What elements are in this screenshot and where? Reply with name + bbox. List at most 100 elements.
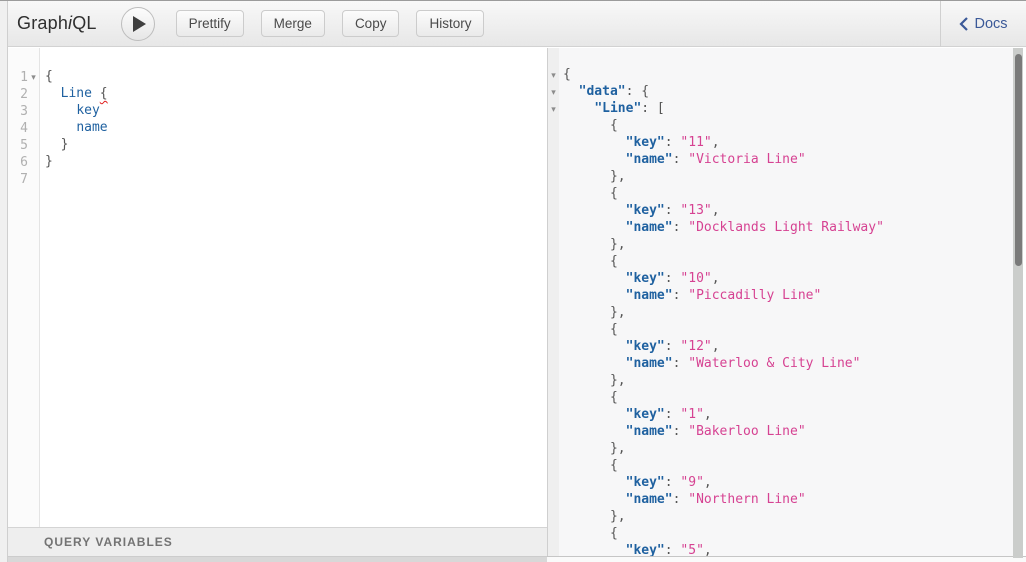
line-number: 2 (8, 87, 28, 102)
code-line: "key": "10", (563, 271, 1013, 288)
code-line: "name": "Northern Line" (563, 492, 1013, 509)
result-scrollbar-thumb[interactable] (1015, 54, 1022, 266)
code-line: "data": { (563, 84, 1013, 101)
fold-arrow-icon (548, 526, 559, 543)
docs-link: Docs (959, 16, 1007, 32)
fold-arrow-icon (548, 373, 559, 390)
code-line: }, (563, 305, 1013, 322)
query-code[interactable]: { Line { key name }} (40, 48, 547, 527)
toolbar: GraphiQL Prettify Merge Copy History Doc… (8, 1, 1026, 47)
result-scrollbar[interactable] (1013, 48, 1023, 558)
fold-arrow-icon (548, 424, 559, 441)
line-number: 3 (8, 104, 28, 119)
fold-arrow-icon (548, 475, 559, 492)
code-line: } (45, 154, 547, 171)
code-line (45, 171, 547, 188)
prettify-button[interactable]: Prettify (176, 10, 244, 37)
fold-arrow-icon[interactable]: ▾ (548, 67, 559, 84)
code-line: }, (563, 441, 1013, 458)
fold-arrow-icon (548, 152, 559, 169)
code-line: "key": "12", (563, 339, 1013, 356)
line-number: 4 (8, 121, 28, 136)
query-editor[interactable]: 1▾2 3 4 5 6 7 { Line { key name }} (8, 48, 547, 527)
fold-arrow-icon (548, 543, 559, 556)
code-line: { (563, 186, 1013, 203)
bottom-right-strip (547, 556, 1026, 562)
gutter-row: 7 (8, 171, 39, 188)
code-line: "key": "11", (563, 135, 1013, 152)
query-variables-title: QUERY VARIABLES (44, 535, 173, 549)
code-line: { (563, 458, 1013, 475)
fold-arrow-icon (548, 407, 559, 424)
merge-button[interactable]: Merge (261, 10, 325, 37)
history-button[interactable]: History (416, 10, 484, 37)
gutter-row: 1▾ (8, 69, 39, 86)
logo-text-ql: QL (72, 13, 96, 33)
fold-arrow-icon[interactable]: ▾ (28, 69, 39, 86)
gutter-row: 4 (8, 120, 39, 137)
code-line: } (45, 137, 547, 154)
code-line: }, (563, 373, 1013, 390)
fold-arrow-icon (548, 356, 559, 373)
code-line: "Line": [ (563, 101, 1013, 118)
code-line: { (563, 322, 1013, 339)
code-line: Line { (45, 86, 547, 103)
fold-arrow-icon (548, 271, 559, 288)
code-line: }, (563, 169, 1013, 186)
code-line: "key": "1", (563, 407, 1013, 424)
fold-arrow-icon (548, 509, 559, 526)
line-number: 7 (8, 172, 28, 187)
fold-arrow-icon (548, 135, 559, 152)
fold-arrow-icon (548, 186, 559, 203)
result-pane: ▾▾▾ { "data": { "Line": [ { "key": "11",… (547, 48, 1013, 556)
editor-gutter: 1▾2 3 4 5 6 7 (8, 48, 40, 527)
fold-arrow-icon (548, 118, 559, 135)
gutter-row: 5 (8, 137, 39, 154)
code-line: { (563, 390, 1013, 407)
logo-text-graph: Graph (17, 13, 68, 33)
gutter-row: 2 (8, 86, 39, 103)
toolbar-button-group: Prettify Merge Copy History (176, 10, 485, 37)
fold-arrow-icon (548, 254, 559, 271)
graphiql-window: GraphiQL Prettify Merge Copy History Doc… (0, 0, 1026, 562)
fold-arrow-icon (548, 441, 559, 458)
code-line: "name": "Victoria Line" (563, 152, 1013, 169)
fold-arrow-icon (548, 169, 559, 186)
result-code: { "data": { "Line": [ { "key": "11", "na… (559, 48, 1013, 556)
line-number: 5 (8, 138, 28, 153)
code-line: "key": "9", (563, 475, 1013, 492)
fold-arrow-icon (548, 305, 559, 322)
query-editor-pane: 1▾2 3 4 5 6 7 { Line { key name }} QUERY VARI… (8, 48, 547, 562)
line-number: 6 (8, 155, 28, 170)
code-line: { (563, 67, 1013, 84)
graphiql-logo: GraphiQL (17, 13, 97, 34)
fold-arrow-icon (548, 339, 559, 356)
left-edge-strip (0, 1, 8, 562)
code-line: key (45, 103, 547, 120)
line-number: 1 (8, 70, 28, 85)
fold-arrow-icon (548, 288, 559, 305)
fold-arrow-icon (548, 220, 559, 237)
code-line: name (45, 120, 547, 137)
code-line: { (563, 118, 1013, 135)
play-icon (133, 16, 146, 32)
copy-button[interactable]: Copy (342, 10, 400, 37)
chevron-left-icon (959, 17, 968, 31)
fold-arrow-icon[interactable]: ▾ (548, 101, 559, 118)
code-line: "name": "Docklands Light Railway" (563, 220, 1013, 237)
fold-arrow-icon (548, 458, 559, 475)
code-line: "name": "Waterloo & City Line" (563, 356, 1013, 373)
result-fold-gutter: ▾▾▾ (548, 48, 559, 556)
fold-arrow-icon (548, 237, 559, 254)
execute-button[interactable] (121, 7, 155, 41)
fold-arrow-icon[interactable]: ▾ (548, 84, 559, 101)
code-line: "name": "Piccadilly Line" (563, 288, 1013, 305)
docs-button[interactable]: Docs (940, 1, 1026, 47)
gutter-row: 3 (8, 103, 39, 120)
code-line: }, (563, 509, 1013, 526)
code-line: "key": "5", (563, 543, 1013, 556)
gutter-row: 6 (8, 154, 39, 171)
docs-label: Docs (974, 16, 1007, 32)
query-variables-bar[interactable]: QUERY VARIABLES (8, 527, 547, 556)
fold-arrow-icon (548, 322, 559, 339)
